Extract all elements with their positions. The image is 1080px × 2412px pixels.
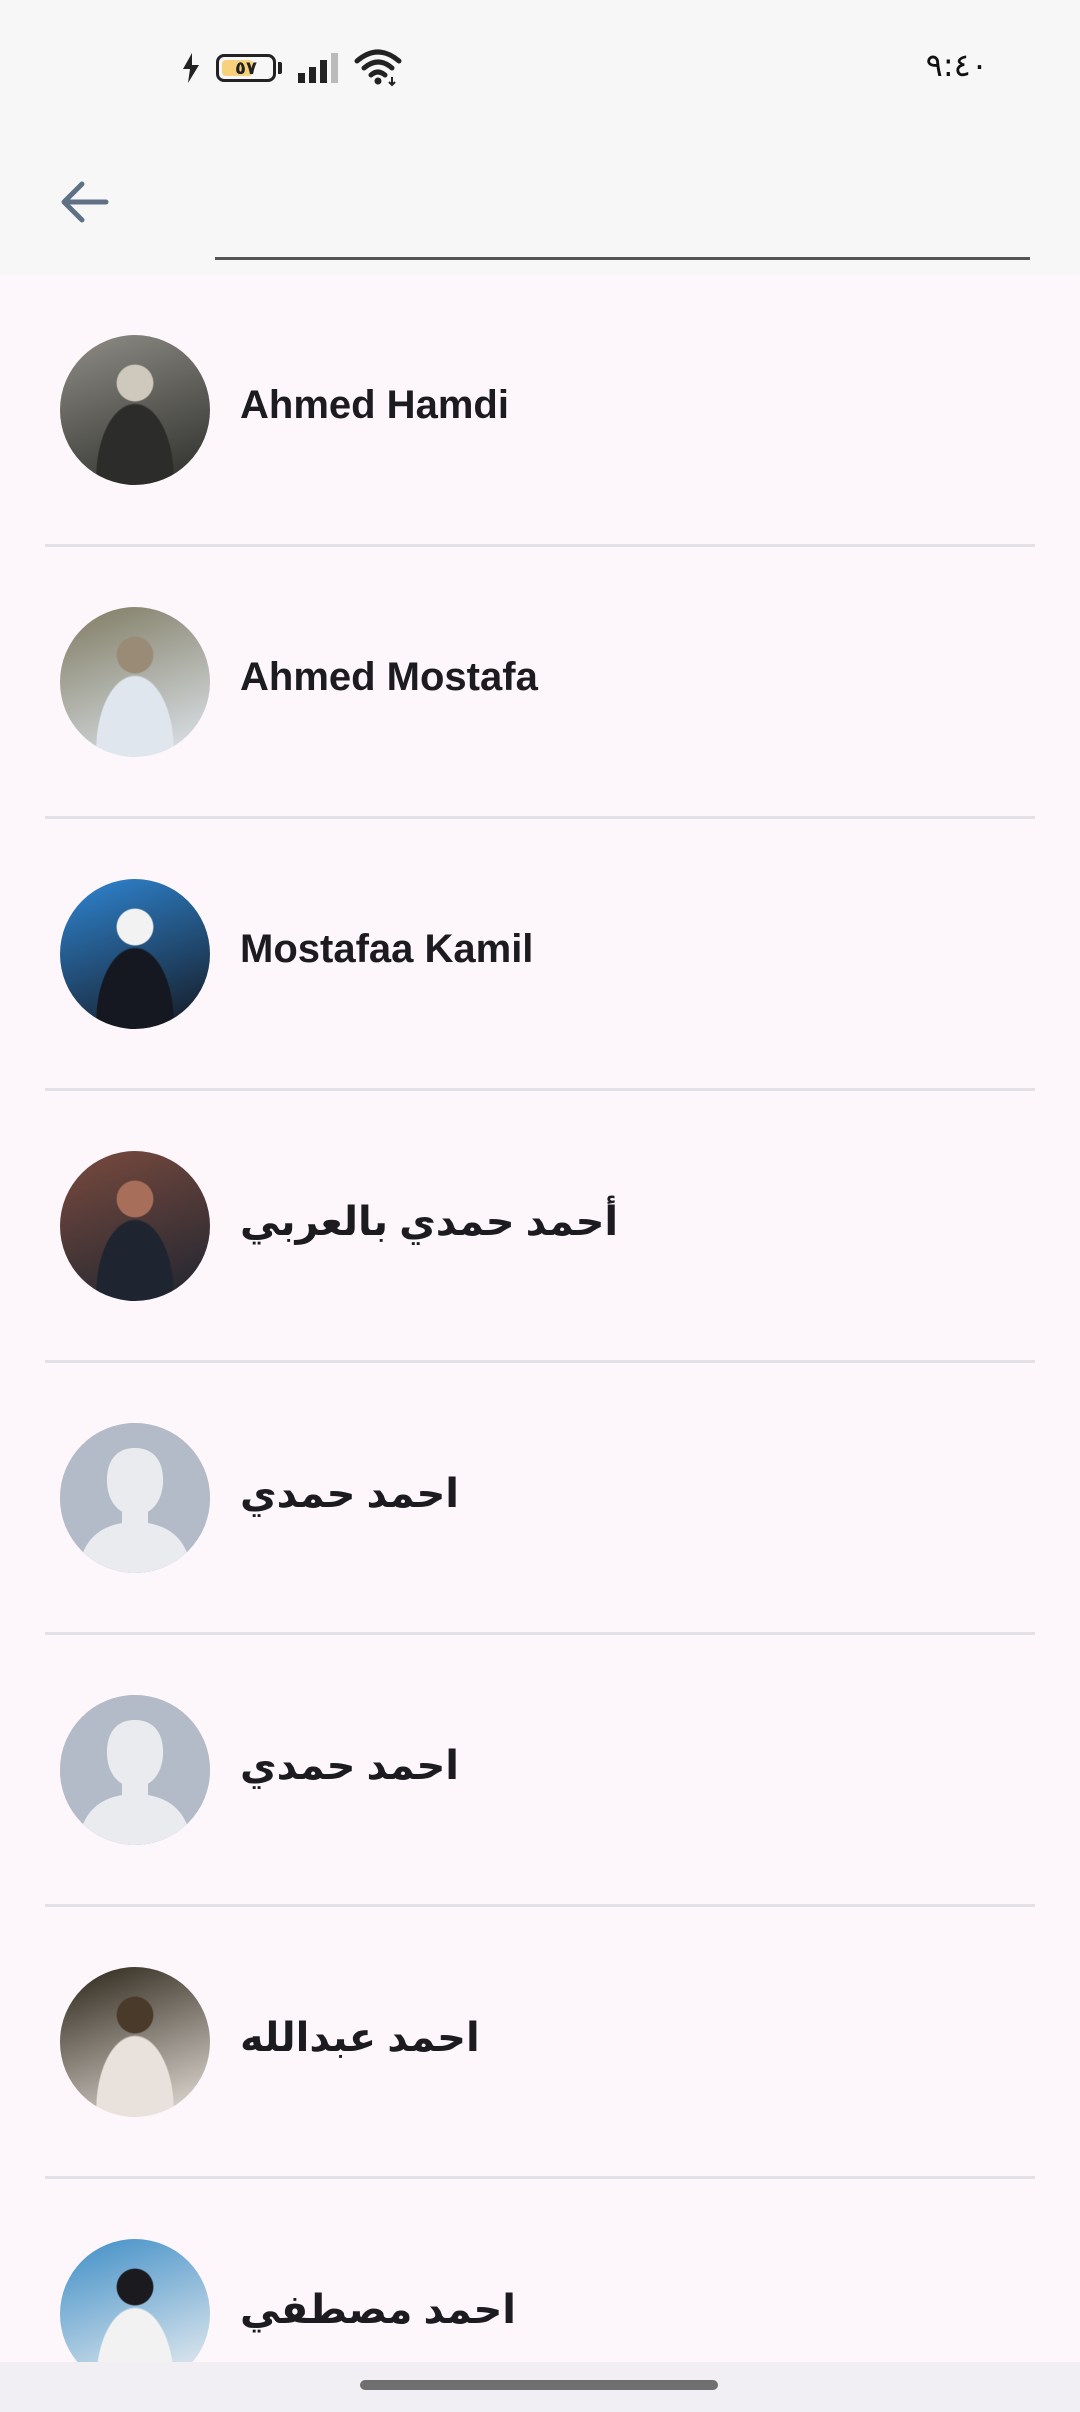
back-button[interactable] bbox=[40, 160, 128, 248]
signal-icon bbox=[296, 51, 340, 85]
list-item[interactable]: احمد حمدي bbox=[45, 1363, 1035, 1635]
avatar bbox=[60, 1967, 210, 2117]
avatar bbox=[60, 1151, 210, 1301]
contact-name: أحمد حمدي بالعربي bbox=[240, 1200, 619, 1244]
charging-indicator-icon bbox=[180, 51, 202, 85]
default-avatar-icon bbox=[60, 1695, 210, 1845]
status-bar: ٥٧ ٩:٤٠ bbox=[0, 0, 1080, 130]
list-item[interactable]: احمد عبدالله bbox=[45, 1907, 1035, 2179]
contact-name: Ahmed Hamdi bbox=[240, 383, 509, 427]
search-input[interactable] bbox=[215, 160, 1030, 260]
list-item[interactable]: Mostafaa Kamil bbox=[45, 819, 1035, 1091]
wifi-icon bbox=[354, 49, 402, 87]
status-icons: ٥٧ bbox=[180, 46, 402, 90]
navigation-bar bbox=[0, 2362, 1080, 2412]
contact-list: Ahmed Hamdi Ahmed Mostafa Mostafaa Kamil أح… bbox=[0, 275, 1080, 2412]
battery-level: ٥٧ bbox=[235, 57, 257, 79]
status-time: ٩:٤٠ bbox=[925, 46, 988, 84]
contact-name: احمد عبدالله bbox=[240, 2016, 480, 2060]
list-item[interactable]: Ahmed Mostafa bbox=[45, 547, 1035, 819]
avatar bbox=[60, 607, 210, 757]
avatar bbox=[60, 879, 210, 1029]
contact-name: احمد مصطفي bbox=[240, 2288, 516, 2332]
contact-name: احمد حمدي bbox=[240, 1744, 459, 1788]
list-item[interactable]: Ahmed Hamdi bbox=[45, 275, 1035, 547]
default-avatar-icon bbox=[60, 1423, 210, 1573]
contact-name: Mostafaa Kamil bbox=[240, 927, 534, 971]
list-item[interactable]: أحمد حمدي بالعربي bbox=[45, 1091, 1035, 1363]
contact-name: Ahmed Mostafa bbox=[240, 655, 538, 699]
list-item[interactable]: احمد حمدي bbox=[45, 1635, 1035, 1907]
avatar bbox=[60, 335, 210, 485]
battery-icon: ٥٧ bbox=[216, 54, 282, 82]
arrow-left-icon bbox=[56, 174, 112, 235]
gesture-handle[interactable] bbox=[360, 2380, 718, 2390]
contacts-screen: ٥٧ ٩:٤٠ Ahmed Hamdi Ahmed Mostafa Mostaf… bbox=[0, 0, 1080, 2412]
contact-name: احمد حمدي bbox=[240, 1472, 459, 1516]
search-header bbox=[0, 130, 1080, 275]
